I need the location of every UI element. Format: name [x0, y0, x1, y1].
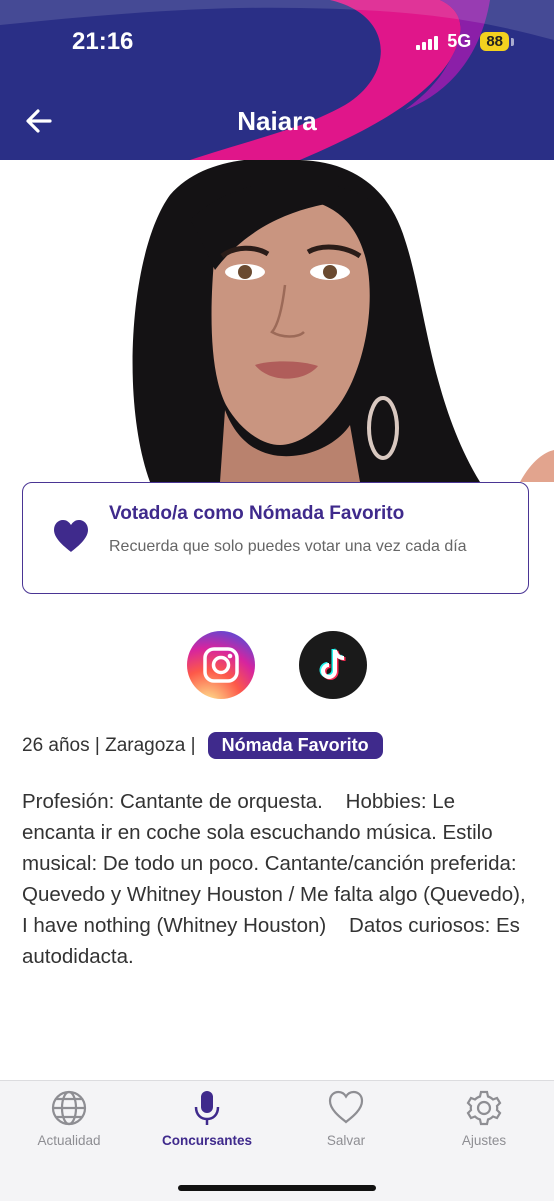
tab-label: Ajustes — [461, 1133, 507, 1148]
tab-concursantes[interactable]: Concursantes — [138, 1081, 276, 1161]
tab-label: Salvar — [326, 1133, 366, 1148]
heart-icon — [54, 520, 88, 552]
tab-label: Actualidad — [37, 1133, 101, 1148]
tab-label: Concursantes — [161, 1133, 253, 1148]
page-title: Naiara — [237, 106, 317, 136]
network-type: 5G — [447, 31, 472, 51]
tab-ajustes[interactable]: Ajustes — [415, 1081, 553, 1161]
tab-actualidad[interactable]: Actualidad — [0, 1081, 138, 1161]
vote-card-subtitle: Recuerda que solo puedes votar una vez c… — [109, 538, 467, 555]
tiktok-button[interactable] — [299, 631, 367, 699]
battery-cap — [511, 37, 514, 46]
tab-salvar[interactable]: Salvar — [277, 1081, 415, 1161]
instagram-icon — [203, 647, 239, 683]
contestant-meta: 26 años | Zaragoza | Nómada Favorito — [22, 732, 383, 759]
bottom-tab-bar: Actualidad Concursantes Salvar Ajustes — [0, 1080, 554, 1201]
instagram-button[interactable] — [187, 631, 255, 699]
contestant-portrait — [0, 160, 554, 482]
vote-card-title: Votado/a como Nómada Favorito — [109, 503, 405, 524]
heart-outline-icon — [328, 1090, 364, 1124]
status-indicators: 5G 88 — [416, 31, 514, 52]
battery-icon: 88 — [480, 32, 509, 51]
tiktok-icon — [319, 648, 346, 680]
signal-icon — [416, 34, 439, 50]
age-location-text: 26 años | Zaragoza | — [22, 734, 196, 756]
home-indicator — [178, 1185, 376, 1191]
microphone-icon — [194, 1091, 220, 1125]
globe-icon — [51, 1090, 87, 1126]
vote-confirmation-card: Votado/a como Nómada Favorito Recuerda q… — [22, 482, 529, 594]
app-header: 21:16 5G 88 Naiara — [0, 0, 554, 160]
status-time: 21:16 — [72, 28, 134, 55]
favorite-badge: Nómada Favorito — [207, 732, 383, 759]
gear-icon — [466, 1090, 502, 1126]
contestant-bio: Profesión: Cantante de orquesta. Hobbies… — [22, 790, 532, 968]
